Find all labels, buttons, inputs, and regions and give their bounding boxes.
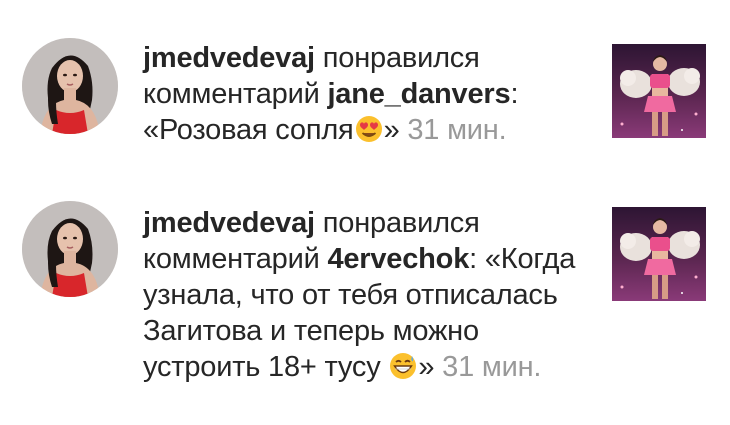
grinning-sweat-emoji-icon	[388, 351, 418, 381]
comment-author-link[interactable]: jane_danvers	[327, 78, 510, 110]
post-thumbnail[interactable]	[612, 44, 706, 138]
skater-photo	[612, 44, 706, 138]
avatar[interactable]	[22, 201, 118, 297]
notification-text: jmedvedevaj понравился комментарий jane_…	[143, 40, 588, 148]
timestamp: 31 мин.	[407, 114, 507, 146]
comment-suffix: »	[383, 114, 408, 146]
post-thumbnail[interactable]	[612, 207, 706, 301]
comment-prefix: : «	[469, 243, 501, 275]
avatar-photo	[22, 38, 118, 134]
username-link[interactable]: jmedvedevaj	[143, 207, 315, 239]
username-link[interactable]: jmedvedevaj	[143, 42, 315, 74]
avatar-photo	[22, 201, 118, 297]
comment-text: Розовая сопля	[158, 114, 354, 146]
comment-suffix: »	[418, 351, 443, 383]
avatar[interactable]	[22, 38, 118, 134]
skater-photo	[612, 207, 706, 301]
notification-text: jmedvedevaj понравился комментарий 4erve…	[143, 205, 588, 385]
comment-author-link[interactable]: 4ervechok	[327, 243, 469, 275]
heart-eyes-emoji-icon	[354, 114, 384, 144]
timestamp: 31 мин.	[442, 351, 542, 383]
activity-feed: jmedvedevaj понравился комментарий jane_…	[0, 0, 730, 425]
